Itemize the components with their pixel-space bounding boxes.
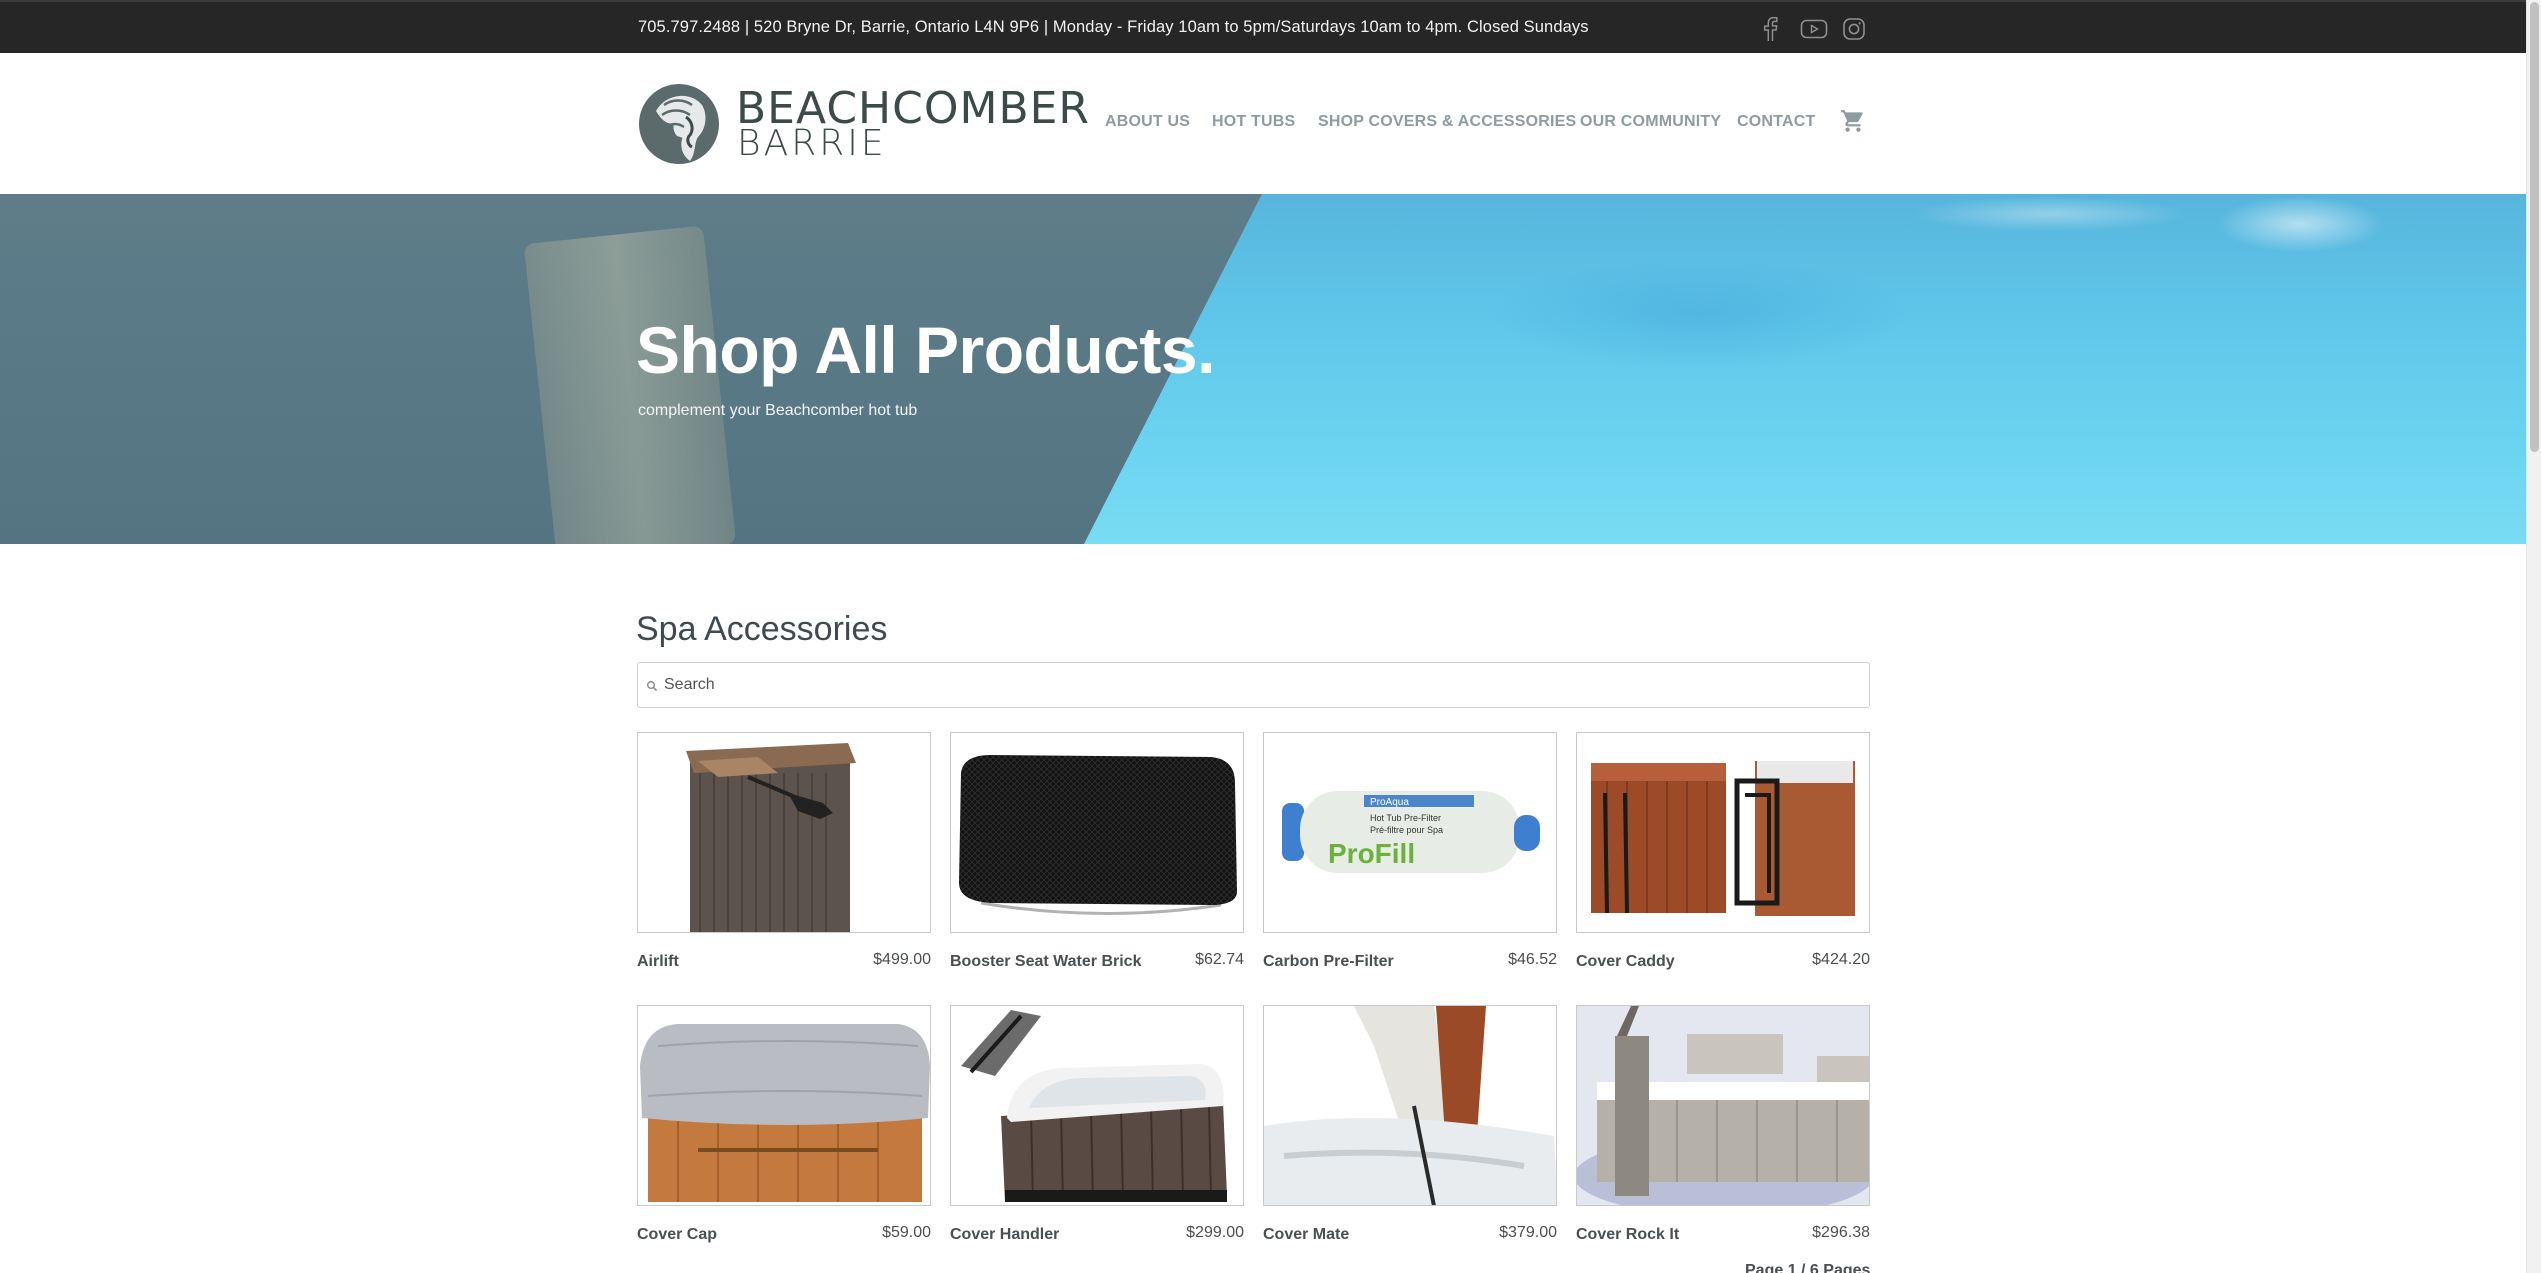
scrollbar-thumb[interactable] xyxy=(2530,2,2539,452)
hero-subtitle: complement your Beachcomber hot tub xyxy=(638,402,918,419)
product-price: $499.00 xyxy=(873,951,931,968)
product-image[interactable] xyxy=(950,1005,1244,1206)
product-image[interactable] xyxy=(1263,1005,1557,1206)
svg-text:ProFill: ProFill xyxy=(1328,838,1415,869)
product-price: $46.52 xyxy=(1508,951,1557,968)
cart-icon[interactable] xyxy=(1840,108,1866,134)
product-image[interactable] xyxy=(1576,732,1870,933)
product-price: $59.00 xyxy=(882,1224,931,1241)
product-name[interactable]: Cover Rock It xyxy=(1576,1226,1679,1244)
product-search xyxy=(637,662,1870,708)
nav-shop-covers-accessories[interactable]: SHOP COVERS & ACCESSORIES xyxy=(1318,113,1576,131)
page-scrollbar[interactable] xyxy=(2526,0,2541,1273)
top-info-bar: 705.797.2488 | 520 Bryne Dr, Barrie, Ont… xyxy=(0,0,2526,53)
section-title: Spa Accessories xyxy=(636,610,888,648)
product-name[interactable]: Cover Mate xyxy=(1263,1226,1349,1244)
svg-text:Hot Tub Pre-Filter: Hot Tub Pre-Filter xyxy=(1370,813,1441,823)
product-price: $296.38 xyxy=(1812,1224,1870,1241)
product-price: $299.00 xyxy=(1186,1224,1244,1241)
hero-title: Shop All Products. xyxy=(636,313,1215,387)
nav-contact[interactable]: CONTACT xyxy=(1737,113,1815,131)
logo-wordmark-bottom: BARRIE xyxy=(737,123,887,164)
instagram-icon[interactable] xyxy=(1839,14,1869,44)
product-name[interactable]: Cover Handler xyxy=(950,1226,1059,1244)
product-image[interactable] xyxy=(1576,1005,1870,1206)
nav-hot-tubs[interactable]: HOT TUBS xyxy=(1212,113,1295,131)
facebook-icon[interactable] xyxy=(1755,14,1785,44)
product-name[interactable]: Airlift xyxy=(637,953,679,971)
store-info-text: 705.797.2488 | 520 Bryne Dr, Barrie, Ont… xyxy=(638,18,1589,36)
site-header: BEACHCOMBER BARRIE ABOUT US HOT TUBS SHO… xyxy=(0,53,2526,194)
svg-text:Pré-filtre pour Spa: Pré-filtre pour Spa xyxy=(1370,825,1443,835)
product-name[interactable]: Carbon Pre-Filter xyxy=(1263,953,1394,971)
nav-our-community[interactable]: OUR COMMUNITY xyxy=(1580,113,1721,131)
product-price: $62.74 xyxy=(1195,951,1244,968)
product-image[interactable] xyxy=(637,1005,931,1206)
product-price: $424.20 xyxy=(1812,951,1870,968)
beachcomber-logo[interactable]: BEACHCOMBER BARRIE xyxy=(636,81,1089,165)
svg-text:ProAqua: ProAqua xyxy=(1370,797,1409,808)
product-image[interactable]: ProAqua Hot Tub Pre-Filter Pré-filtre po… xyxy=(1263,732,1557,933)
hero-banner: Shop All Products. complement your Beach… xyxy=(0,194,2526,544)
product-name[interactable]: Booster Seat Water Brick xyxy=(950,953,1141,971)
nav-about-us[interactable]: ABOUT US xyxy=(1105,113,1190,131)
pagination-text: Page 1 / 6 Pages xyxy=(1745,1262,1871,1273)
product-name[interactable]: Cover Caddy xyxy=(1576,953,1675,971)
mermaid-logo-icon xyxy=(639,84,719,164)
search-input[interactable] xyxy=(664,663,1854,707)
youtube-icon[interactable] xyxy=(1797,14,1831,44)
product-image[interactable] xyxy=(950,732,1244,933)
search-icon xyxy=(647,681,658,692)
product-price: $379.00 xyxy=(1499,1224,1557,1241)
product-name[interactable]: Cover Cap xyxy=(637,1226,717,1244)
product-image[interactable] xyxy=(637,732,931,933)
